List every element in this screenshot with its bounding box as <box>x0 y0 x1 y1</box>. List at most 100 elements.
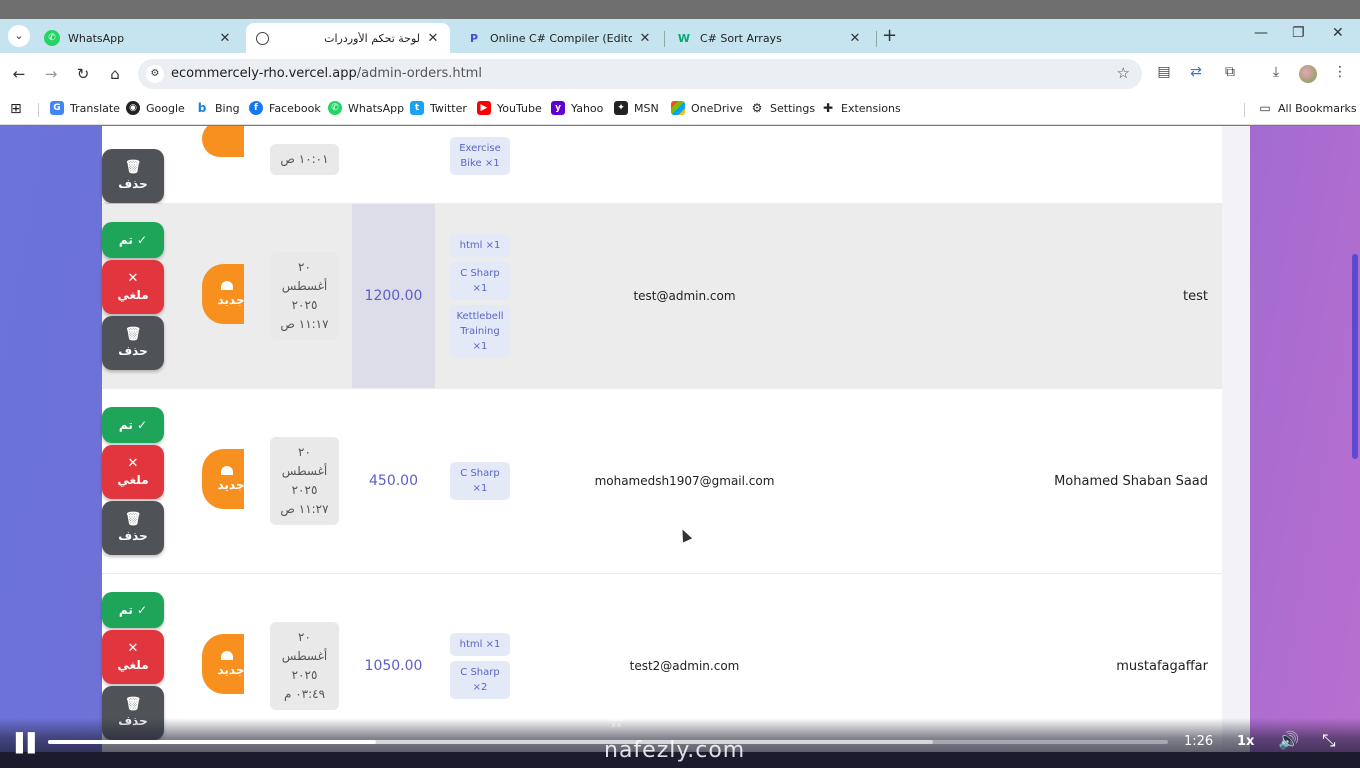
minimize-icon[interactable]: — <box>1254 25 1268 41</box>
address-bar[interactable]: ⚙ ecommercely-rho.vercel.app/admin-order… <box>138 59 1142 89</box>
cancel-order-button[interactable]: ✕ ملغي <box>102 630 164 684</box>
delete-button[interactable]: 🗑 حذف <box>102 501 164 555</box>
bookmark-facebook[interactable]: f Facebook <box>249 101 321 115</box>
volume-icon[interactable]: 🔊 <box>1278 731 1299 751</box>
bookmark-translate[interactable]: G Translate <box>50 101 120 115</box>
order-actions: تم ✓ ✕ ملغي 🗑 حذف <box>102 407 164 555</box>
whatsapp-icon: ✆ <box>328 101 342 115</box>
cancel-order-button[interactable]: ✕ ملغي <box>102 445 164 499</box>
item-chip: C Sharp ×2 <box>450 661 510 699</box>
date-line: ١٠:٠١ ص <box>280 152 329 166</box>
extensions-puzzle-icon[interactable]: ⧉ <box>1220 64 1240 80</box>
bookmark-settings[interactable]: ⚙ Settings <box>750 101 815 115</box>
tab-whatsapp[interactable]: ✆ WhatsApp ✕ <box>34 23 242 53</box>
browser-toolbar: ← → ↻ ⌂ ⚙ ecommercely-rho.vercel.app/adm… <box>0 53 1360 95</box>
bookmark-whatsapp[interactable]: ✆ WhatsApp <box>328 101 404 115</box>
forward-arrow-icon[interactable]: → <box>40 63 62 85</box>
translate-icon: G <box>50 101 64 115</box>
back-arrow-icon[interactable]: ← <box>8 63 30 85</box>
menu-kebab-icon[interactable]: ⋮ <box>1330 64 1350 80</box>
date-line: ٢٠ <box>298 630 311 644</box>
pause-icon[interactable]: ▌▌ <box>16 733 42 754</box>
tab-csharp-compiler[interactable]: P Online C# Compiler (Editor) - P ✕ <box>456 23 662 53</box>
tab-admin-orders[interactable]: لوحة تحكم الأوردرات ✕ <box>246 23 450 53</box>
reload-icon[interactable]: ↻ <box>72 63 94 85</box>
bookmark-label: Yahoo <box>571 101 604 115</box>
bookmark-google[interactable]: ◉ Google <box>126 101 185 115</box>
tab-title: C# Sort Arrays <box>700 31 782 45</box>
bookmark-label: YouTube <box>497 101 542 115</box>
downloads-icon[interactable]: ⤓ <box>1266 64 1286 80</box>
video-top-strip <box>0 0 1360 19</box>
order-total: 450.00 <box>369 473 418 489</box>
programiz-icon: P <box>469 31 479 45</box>
folder-icon: ▭ <box>1258 101 1272 115</box>
cancel-label: ملغي <box>117 658 149 672</box>
customer-email: test@admin.com <box>633 289 736 303</box>
bookmark-youtube[interactable]: ▶ YouTube <box>477 101 542 115</box>
bookmark-separator <box>1244 103 1245 117</box>
profile-avatar[interactable] <box>1299 65 1317 83</box>
bookmark-star-icon[interactable]: ☆ <box>1117 64 1130 82</box>
admin-orders-page: Exercise Bike ×1 ١٠:٠١ ص 🗑 حذف test test… <box>0 126 1360 768</box>
mark-done-button[interactable]: تم ✓ <box>102 407 164 443</box>
close-tab-icon[interactable]: ✕ <box>218 31 232 46</box>
bookmark-extensions[interactable]: ✚ Extensions <box>821 101 901 115</box>
apps-grid-icon[interactable]: ⊞ <box>10 101 22 117</box>
close-tab-icon[interactable]: ✕ <box>638 31 652 46</box>
close-tab-icon[interactable]: ✕ <box>848 31 862 46</box>
address-url[interactable]: ecommercely-rho.vercel.app/admin-orders.… <box>171 66 482 81</box>
delete-button[interactable]: 🗑 حذف <box>102 149 164 203</box>
exit-fullscreen-icon[interactable]: ⤡ <box>1322 731 1336 751</box>
done-label: تم <box>118 603 133 617</box>
check-icon: ✓ <box>137 233 148 247</box>
bookmark-label: Bing <box>215 101 240 115</box>
translate-page-icon[interactable]: ⇄ <box>1186 64 1206 80</box>
date-line: ٢٠٢٥ <box>291 298 318 312</box>
page-scrollbar[interactable] <box>1352 254 1358 459</box>
cancel-label: ملغي <box>117 473 149 487</box>
check-icon: ✓ <box>137 603 148 617</box>
close-tab-icon[interactable]: ✕ <box>426 31 440 46</box>
bookmark-label: OneDrive <box>691 101 743 115</box>
status-label: جديد <box>217 663 245 677</box>
site-info-icon[interactable]: ⚙ <box>146 65 164 83</box>
new-tab-plus-icon[interactable]: + <box>882 26 897 46</box>
total-cell-bg <box>352 126 435 203</box>
bookmark-onedrive[interactable]: OneDrive <box>671 101 743 115</box>
bookmark-label: WhatsApp <box>348 101 405 115</box>
video-time: 1:26 <box>1184 734 1214 749</box>
mark-done-button[interactable]: تم ✓ <box>102 222 164 258</box>
check-icon: ✓ <box>137 418 148 432</box>
restore-icon[interactable]: ❐ <box>1292 25 1305 41</box>
delete-label: حذف <box>118 344 148 358</box>
tab-csharp-sort[interactable]: W C# Sort Arrays ✕ <box>666 23 872 53</box>
item-chip: html ×1 <box>450 633 510 656</box>
date-line: أغسطس <box>281 649 328 663</box>
url-path: /admin-orders.html <box>356 66 482 81</box>
bookmark-msn[interactable]: ✦ MSN <box>614 101 659 115</box>
order-row: Exercise Bike ×1 ١٠:٠١ ص 🗑 حذف <box>102 126 1222 204</box>
order-row: test test@admin.com html ×1 C Sharp ×1 K… <box>102 204 1222 389</box>
close-window-icon[interactable]: ✕ <box>1332 25 1344 41</box>
order-date: ١٠:٠١ ص <box>270 144 339 175</box>
home-icon[interactable]: ⌂ <box>104 63 126 85</box>
delete-button[interactable]: 🗑 حذف <box>102 316 164 370</box>
bookmark-twitter[interactable]: t Twitter <box>410 101 467 115</box>
orders-table: Exercise Bike ×1 ١٠:٠١ ص 🗑 حذف test test… <box>102 126 1222 759</box>
tab-search-chevron-icon[interactable]: ⌄ <box>8 25 30 47</box>
bookmark-bing[interactable]: b Bing <box>195 101 240 115</box>
date-line: ١١:٢٧ ص <box>280 502 329 516</box>
bookmark-yahoo[interactable]: y Yahoo <box>551 101 603 115</box>
delete-label: حذف <box>118 529 148 543</box>
trash-icon: 🗑 <box>124 512 142 527</box>
video-played <box>48 740 377 744</box>
reading-list-icon[interactable]: ▤ <box>1154 64 1174 80</box>
bookmark-label: Google <box>146 101 185 115</box>
google-icon: ◉ <box>126 101 140 115</box>
puzzle-icon: ✚ <box>821 101 835 115</box>
all-bookmarks[interactable]: ▭ All Bookmarks <box>1258 101 1357 115</box>
mark-done-button[interactable]: تم ✓ <box>102 592 164 628</box>
playback-speed-button[interactable]: 1x <box>1237 734 1254 749</box>
cancel-order-button[interactable]: ✕ ملغي <box>102 260 164 314</box>
